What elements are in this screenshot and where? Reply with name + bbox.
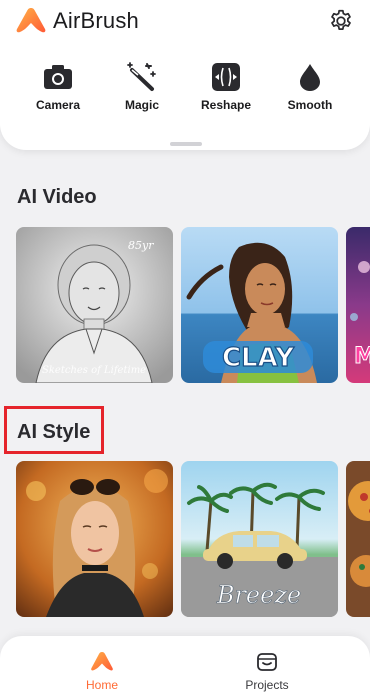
tool-reshape[interactable]: Reshape	[184, 60, 268, 120]
tool-camera[interactable]: Camera	[16, 60, 100, 120]
ai-video-card-clay[interactable]: CLAY	[181, 227, 338, 383]
tools-row: Camera Magic Reshape Smooth	[0, 60, 370, 120]
tool-label: Magic	[124, 98, 159, 112]
ai-style-card-partial[interactable]	[346, 461, 370, 617]
smooth-drop-icon	[300, 64, 320, 91]
partial-card-caption: M	[354, 344, 370, 369]
reshape-icon	[212, 63, 240, 91]
breeze-caption: Breeze	[216, 581, 301, 609]
nav-home[interactable]: Home	[57, 636, 147, 700]
projects-box-icon	[257, 653, 277, 671]
tool-label: Camera	[35, 98, 81, 112]
nav-home-label: Home	[85, 678, 118, 692]
app-title: AirBrush	[53, 8, 139, 33]
ai-video-card-sketch[interactable]: Sketches of Lifetime 85yr	[16, 227, 173, 383]
tool-label: Reshape	[200, 98, 252, 112]
ai-style-card-autumn[interactable]	[16, 461, 173, 617]
clay-caption: CLAY	[222, 343, 295, 373]
age-badge: 85yr	[128, 239, 154, 252]
ai-video-section-title: AI Video	[17, 186, 97, 208]
panel-drag-handle[interactable]	[170, 142, 202, 146]
ai-video-card-partial[interactable]: M	[346, 227, 370, 383]
nav-projects-label: Projects	[245, 678, 289, 692]
airbrush-logo-icon	[16, 8, 46, 33]
ai-style-card-breeze[interactable]: Breeze	[181, 461, 338, 617]
home-logo-icon	[91, 652, 113, 671]
tool-magic[interactable]: Magic	[100, 60, 184, 120]
sketch-caption: Sketches of Lifetime	[42, 365, 146, 376]
tool-smooth[interactable]: Smooth	[268, 60, 352, 120]
settings-gear-icon[interactable]	[328, 8, 354, 34]
tool-label: Smooth	[287, 98, 333, 112]
top-tools-panel: AirBrush Camera Magic Reshape Smooth	[0, 0, 370, 150]
ai-style-section-title: AI Style	[17, 421, 91, 443]
bottom-navigation-bar: Home Projects	[0, 636, 370, 700]
magic-wand-icon	[127, 62, 156, 91]
camera-icon	[44, 65, 72, 89]
nav-projects[interactable]: Projects	[222, 636, 312, 700]
app-header: AirBrush	[0, 0, 370, 44]
